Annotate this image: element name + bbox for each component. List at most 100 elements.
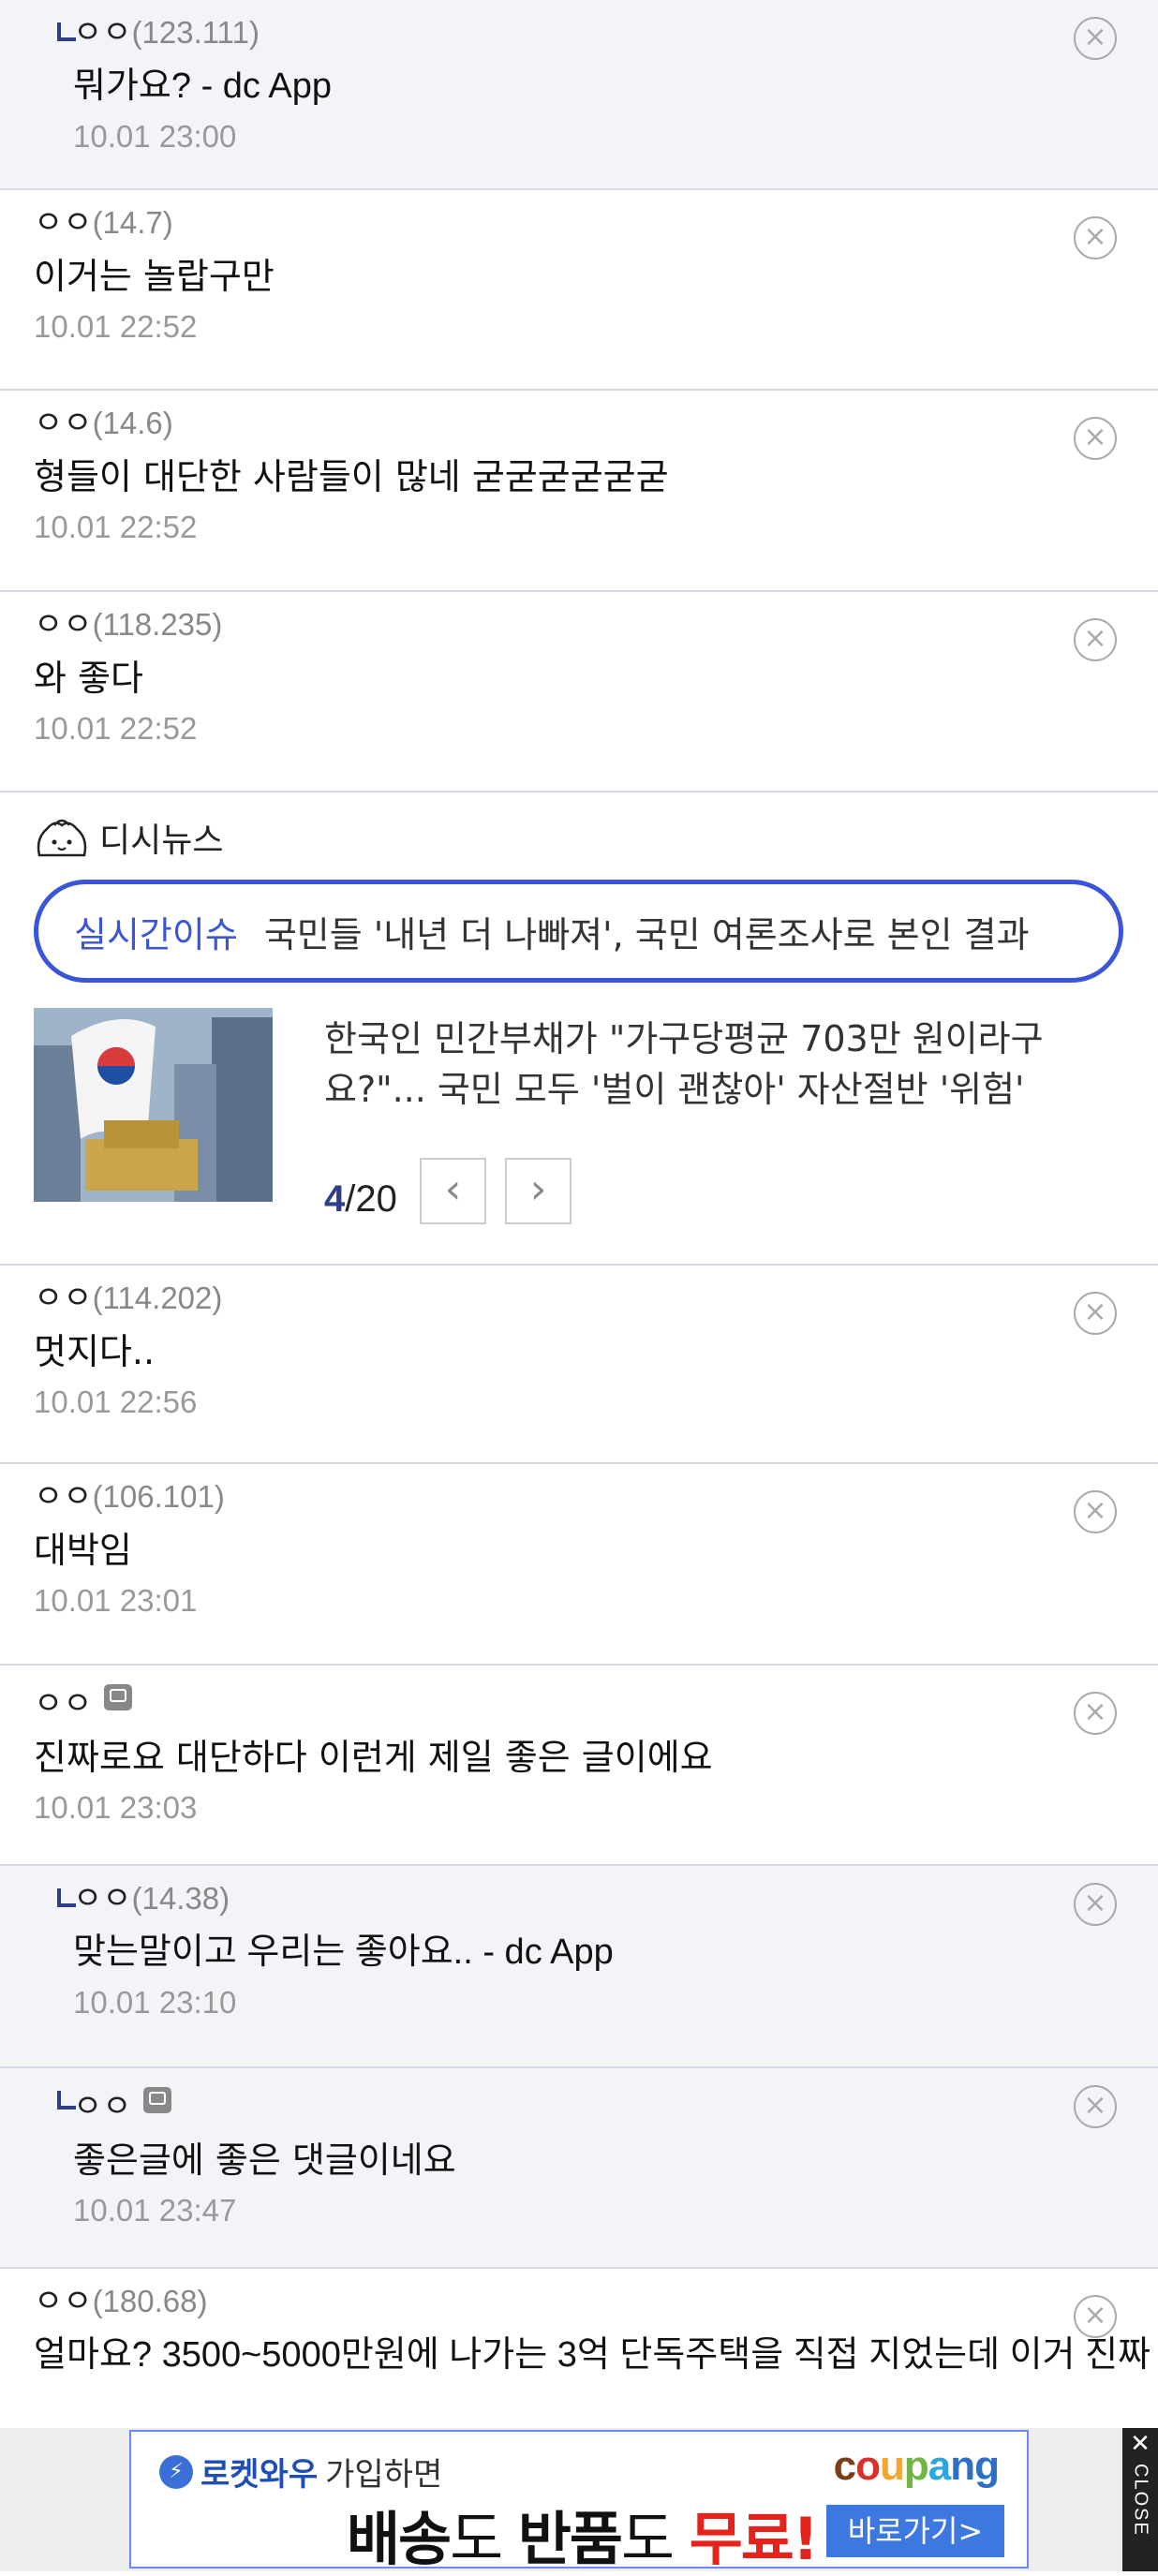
comment-author: ㅇㅇ(118.235) xyxy=(34,592,1158,642)
comment-list-bottom: ㅇㅇ(114.202) 멋지다.. 10.01 22:56 × ㅇㅇ(106.101) 대… xyxy=(0,1266,1158,2456)
delete-button[interactable]: × xyxy=(1074,1292,1117,1335)
comment-author: ㅇㅇ(123.111) xyxy=(73,0,1158,50)
ip-address: (180.68) xyxy=(92,2284,208,2318)
delete-button[interactable]: × xyxy=(1074,1883,1117,1926)
nickname[interactable]: ㅇㅇ xyxy=(73,1880,132,1917)
nickname[interactable]: ㅇㅇ xyxy=(34,1685,93,1723)
delete-button[interactable]: × xyxy=(1074,2085,1117,2128)
ip-address: (14.6) xyxy=(92,406,173,440)
nickname[interactable]: ㅇㅇ xyxy=(34,204,93,242)
comment-time: 10.01 22:52 xyxy=(34,510,198,544)
close-icon: × xyxy=(1083,2089,1107,2122)
next-button[interactable]: › xyxy=(505,1158,572,1224)
pager-current: 4 xyxy=(324,1178,346,1220)
comment-author: ㅇㅇ(14.38) xyxy=(73,1866,1158,1915)
ad-banner-area: ⚡ 로켓와우 가입하면 coupang 배송도 반품도 무료! 바로가기> ✕ … xyxy=(0,2428,1158,2573)
comment-time: 10.01 22:56 xyxy=(34,1384,198,1419)
ip-address: (118.235) xyxy=(92,607,223,642)
comment-item: ㅇㅇ(106.101) 대박임 10.01 23:01 × xyxy=(0,1464,1158,1666)
nickname[interactable]: ㅇㅇ xyxy=(34,405,93,442)
comment-text: 얼마요? 3500~5000만원에 나가는 3억 단독주택을 직접 지었는데 이… xyxy=(34,2335,1158,2375)
thumbnail-image xyxy=(34,1008,273,1202)
comment-author: ㅇㅇ(106.101) xyxy=(34,1464,1158,1514)
news-section-title: 디시뉴스 xyxy=(99,822,224,860)
ip-address: (106.101) xyxy=(92,1479,225,1514)
news-article-title[interactable]: 한국인 민간부채가 "가구당평균 703만 원이라구요?"... 국민 모두 '… xyxy=(324,1014,1121,1115)
rocket-icon: ⚡ xyxy=(159,2454,193,2489)
comment-text: 뭐가요? - dc App xyxy=(73,67,332,106)
comment-text: 이거는 놀랍구만 xyxy=(34,256,275,297)
comment-author: ㅇㅇ(14.7) xyxy=(34,190,1158,239)
nickname[interactable]: ㅇㅇ xyxy=(73,14,132,52)
prev-button[interactable]: ‹ xyxy=(420,1158,486,1224)
close-icon: × xyxy=(1083,1695,1107,1728)
comment-item: ㅇㅇ(114.202) 멋지다.. 10.01 22:56 × xyxy=(0,1266,1158,1464)
comment-author: ㅇㅇ(14.6) xyxy=(34,391,1158,440)
reply-arrow-icon xyxy=(57,1888,76,1907)
member-badge-icon xyxy=(103,1684,132,1710)
close-icon: × xyxy=(1083,421,1107,453)
news-pager: 4/20 xyxy=(324,1178,397,1221)
reply-arrow-icon xyxy=(57,22,76,41)
comment-text: 좋은글에 좋은 댓글이네요 xyxy=(73,2139,456,2181)
nickname[interactable]: ㅇㅇ xyxy=(34,2283,93,2320)
delete-button[interactable]: × xyxy=(1074,216,1117,259)
reply-comment: ㅇㅇ(123.111) 뭐가요? - dc App 10.01 23:00 × xyxy=(0,0,1158,190)
article-thumbnail[interactable] xyxy=(34,1008,273,1202)
nickname[interactable]: ㅇㅇ xyxy=(34,606,93,644)
delete-button[interactable]: × xyxy=(1074,618,1117,661)
comment-list-top: ㅇㅇ(123.111) 뭐가요? - dc App 10.01 23:00 × ㅇㅇ(1… xyxy=(0,0,1158,792)
ad-rocket-brand: 로켓와우 xyxy=(200,2456,319,2494)
realtime-issue-pill[interactable]: 실시간이슈 국민들 '내년 더 나빠져', 국민 여론조사로 본인 결과 xyxy=(34,880,1123,983)
delete-button[interactable]: × xyxy=(1074,1692,1117,1735)
close-icon: × xyxy=(1083,1295,1107,1328)
reply-comment: ㅇㅇ 좋은글에 좋은 댓글이네요 10.01 23:47 × xyxy=(0,2068,1158,2269)
ip-address: (123.111) xyxy=(131,15,260,50)
comment-item: ㅇㅇ(14.7) 이거는 놀랍구만 10.01 22:52 × xyxy=(0,190,1158,391)
comment-author: ㅇㅇ xyxy=(73,2068,1158,2123)
comment-author: ㅇㅇ(180.68) xyxy=(34,2269,1158,2318)
ad-rocket-suffix: 가입하면 xyxy=(325,2456,443,2494)
delete-button[interactable]: × xyxy=(1074,1490,1117,1533)
nickname[interactable]: ㅇㅇ xyxy=(34,1280,93,1317)
reply-comment: ㅇㅇ(14.38) 맞는말이고 우리는 좋아요.. - dc App 10.01 2… xyxy=(0,1866,1158,2068)
comment-text: 멋지다.. xyxy=(34,1331,156,1372)
comment-author: ㅇㅇ xyxy=(34,1666,1158,1720)
news-widget: 디시뉴스 실시간이슈 국민들 '내년 더 나빠져', 국민 여론조사로 본인 결… xyxy=(0,792,1158,1266)
comment-text: 맞는말이고 우리는 좋아요.. - dc App xyxy=(73,1932,614,1972)
comment-author: ㅇㅇ(114.202) xyxy=(34,1266,1158,1314)
nickname[interactable]: ㅇㅇ xyxy=(73,2088,132,2125)
chevron-left-icon: ‹ xyxy=(444,1165,462,1213)
close-icon: × xyxy=(1083,21,1107,53)
realtime-issue-headline: 국민들 '내년 더 나빠져', 국민 여론조사로 본인 결과 xyxy=(263,913,1030,955)
comment-text: 대박임 xyxy=(34,1530,132,1571)
coupang-logo: coupang xyxy=(833,2443,1000,2489)
comment-text: 형들이 대단한 사람들이 많네 굳굳굳굳굳굳 xyxy=(34,456,669,497)
comment-time: 10.01 23:01 xyxy=(34,1583,198,1618)
delete-button[interactable]: × xyxy=(1074,417,1117,460)
nickname[interactable]: ㅇㅇ xyxy=(34,1478,93,1516)
close-icon: × xyxy=(1083,1887,1107,1919)
close-icon: ✕ xyxy=(1130,2430,1151,2458)
ad-close-button[interactable]: ✕ CLOSE xyxy=(1122,2428,1158,2571)
comment-text: 진짜로요 대단하다 이런게 제일 좋은 글이에요 xyxy=(34,1737,713,1778)
coupang-ad-banner[interactable]: ⚡ 로켓와우 가입하면 coupang 배송도 반품도 무료! 바로가기> xyxy=(129,2430,1029,2573)
ad-slogan: 배송도 반품도 무료! xyxy=(347,2505,819,2573)
close-icon: × xyxy=(1083,1494,1107,1527)
delete-button[interactable]: × xyxy=(1074,17,1117,60)
comment-time: 10.01 23:47 xyxy=(73,2193,237,2228)
delete-button[interactable]: × xyxy=(1074,2295,1117,2338)
news-header: 디시뉴스 xyxy=(34,813,223,862)
close-icon: × xyxy=(1083,220,1107,253)
mascot-icon xyxy=(37,819,87,857)
comment-text: 와 좋다 xyxy=(34,658,143,699)
comment-time: 10.01 23:10 xyxy=(73,1985,237,2020)
member-badge-icon xyxy=(142,2087,171,2113)
ad-go-button[interactable]: 바로가기> xyxy=(826,2505,1004,2557)
comment-item: ㅇㅇ 진짜로요 대단하다 이런게 제일 좋은 글이에요 10.01 23:03 × xyxy=(0,1666,1158,1866)
realtime-issue-tag: 실시간이슈 xyxy=(74,913,238,955)
pager-total: /20 xyxy=(345,1178,397,1220)
close-icon: × xyxy=(1083,622,1107,655)
chevron-right-icon: › xyxy=(529,1165,547,1213)
comment-time: 10.01 23:03 xyxy=(34,1790,198,1825)
